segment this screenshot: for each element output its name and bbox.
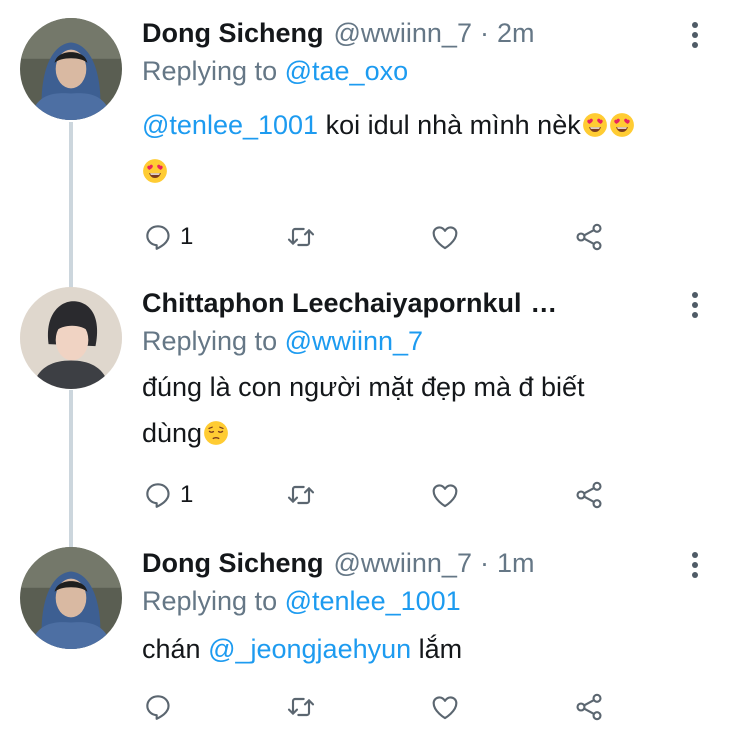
tweet-text-body: chán [142, 634, 209, 664]
mention-link[interactable]: @tenlee_1001 [142, 110, 318, 140]
retweet-button[interactable] [285, 687, 317, 727]
retweet-icon [285, 221, 317, 253]
tweet[interactable]: Chittaphon Leechaiyapornkul ... Replying… [0, 286, 750, 526]
display-name[interactable]: Chittaphon Leechaiyapornkul [142, 286, 522, 320]
user-handle[interactable]: @wwiinn_7 [334, 546, 472, 580]
user-handle[interactable]: @wwiinn_7 [334, 16, 472, 50]
share-icon [573, 479, 605, 511]
like-button[interactable] [429, 687, 461, 727]
replying-to: Replying to @wwiinn_7 [142, 324, 423, 358]
replying-to: Replying to @tae_oxo [142, 54, 408, 88]
name-ellipsis: ... [531, 288, 558, 318]
share-button[interactable] [573, 687, 605, 727]
tweet-actions: 1 [0, 217, 750, 257]
separator: · [479, 18, 489, 48]
reply-icon [142, 479, 174, 511]
tweet[interactable]: Dong Sicheng @wwiinn_7 · 2m Replying to … [0, 16, 750, 266]
tweet-text-body: koi idul nhà mình nèk [318, 110, 581, 140]
reply-button[interactable]: 1 [142, 475, 193, 515]
replying-to: Replying to @tenlee_1001 [142, 584, 461, 618]
separator: · [479, 548, 489, 578]
tweet-text-line-2: dùng [142, 418, 203, 448]
more-vertical-icon[interactable] [688, 552, 702, 580]
replying-to-label: Replying to [142, 586, 278, 616]
tweet-text-line-1: đúng là con người mặt đẹp mà đ biết [142, 372, 585, 402]
heart-eyes-emoji [142, 158, 168, 184]
like-button[interactable] [429, 217, 461, 257]
retweet-button[interactable] [285, 217, 317, 257]
reply-count: 1 [180, 481, 194, 508]
reply-icon [142, 691, 174, 723]
reply-button[interactable] [142, 687, 180, 727]
tweet-text: chán @_jeongjaehyun lắm [142, 626, 462, 672]
heart-eyes-emoji [609, 112, 635, 138]
retweet-button[interactable] [285, 475, 317, 515]
reply-count: 1 [180, 223, 194, 250]
like-button[interactable] [429, 475, 461, 515]
tweet-text: @tenlee_1001 koi idul nhà mình nèk [142, 102, 635, 194]
tweet-header: Dong Sicheng @wwiinn_7 · 2m [142, 16, 534, 50]
display-name[interactable]: Dong Sicheng [142, 16, 324, 50]
tweet-actions [0, 687, 750, 727]
reply-icon [142, 221, 174, 253]
timestamp[interactable]: 1m [497, 546, 535, 580]
timestamp[interactable]: 2m [497, 16, 535, 50]
like-icon [429, 221, 461, 253]
replying-to-mention[interactable]: @tae_oxo [285, 56, 409, 86]
retweet-icon [285, 479, 317, 511]
tweet-text-body: lắm [411, 634, 463, 664]
more-vertical-icon[interactable] [688, 292, 702, 320]
tweet-actions: 1 [0, 475, 750, 515]
heart-eyes-emoji [582, 112, 608, 138]
share-icon [573, 221, 605, 253]
tweet-text: đúng là con người mặt đẹp mà đ biết dùng [142, 364, 585, 456]
retweet-icon [285, 691, 317, 723]
more-vertical-icon[interactable] [688, 22, 702, 50]
replying-to-label: Replying to [142, 326, 278, 356]
mention-link[interactable]: @_jeongjaehyun [208, 634, 411, 664]
replying-to-label: Replying to [142, 56, 278, 86]
replying-to-mention[interactable]: @wwiinn_7 [285, 326, 423, 356]
pensive-emoji [203, 420, 229, 446]
share-button[interactable] [573, 217, 605, 257]
display-name[interactable]: Dong Sicheng [142, 546, 324, 580]
tweet[interactable]: Dong Sicheng @wwiinn_7 · 1m Replying to … [0, 546, 750, 736]
like-icon [429, 479, 461, 511]
reply-button[interactable]: 1 [142, 217, 193, 257]
share-button[interactable] [573, 475, 605, 515]
tweet-header: Dong Sicheng @wwiinn_7 · 1m [142, 546, 534, 580]
replying-to-mention[interactable]: @tenlee_1001 [285, 586, 461, 616]
share-icon [573, 691, 605, 723]
tweet-header: Chittaphon Leechaiyapornkul ... [142, 286, 557, 320]
like-icon [429, 691, 461, 723]
